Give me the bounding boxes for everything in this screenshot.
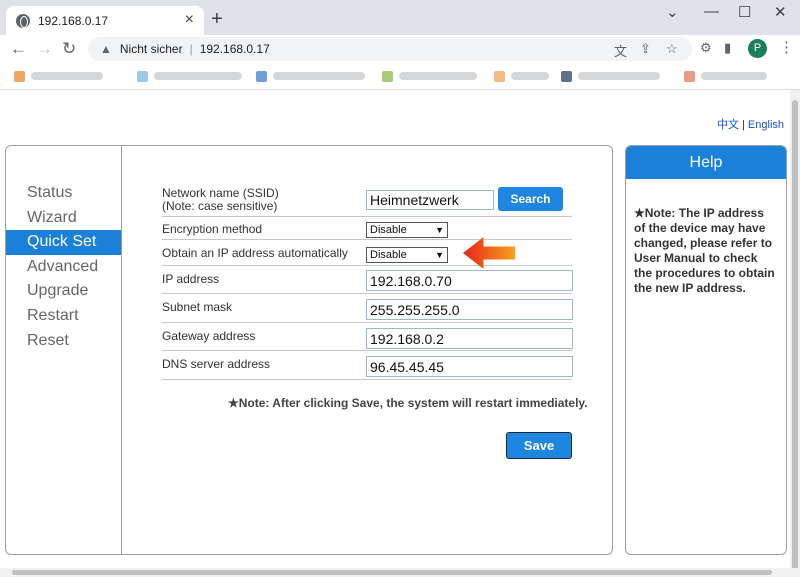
search-button[interactable]: Search xyxy=(498,187,563,211)
share-icon[interactable]: ⇪ xyxy=(640,41,651,57)
scrollbar-thumb[interactable] xyxy=(12,570,772,575)
dhcp-select[interactable]: Disable ▼ xyxy=(366,247,448,263)
encryption-label: Encryption method xyxy=(162,222,263,236)
browser-toolbar: ← → ↻ ▲ Nicht sicher | 192.168.0.17 文 ⇪ … xyxy=(0,35,800,63)
dns-label: DNS server address xyxy=(162,357,271,371)
browser-tab[interactable]: 192.168.0.17 × xyxy=(6,6,204,35)
subnet-row: Subnet mask xyxy=(162,294,573,323)
quick-set-form: Network name (SSID) (Note: case sensitiv… xyxy=(162,184,573,380)
gateway-input[interactable] xyxy=(366,328,573,349)
tab-close-icon[interactable]: × xyxy=(185,12,194,28)
bookmark-item[interactable] xyxy=(137,70,242,82)
menu-item-restart[interactable]: Restart xyxy=(6,304,121,329)
subnet-label: Subnet mask xyxy=(162,300,233,314)
bookmark-item[interactable] xyxy=(561,70,660,82)
menu-item-quick-set[interactable]: Quick Set xyxy=(6,230,121,255)
language-switcher: 中文 | English xyxy=(717,119,784,131)
chevron-down-icon: ▼ xyxy=(435,250,444,260)
side-menu: Status Wizard Quick Set Advanced Upgrade… xyxy=(6,181,121,353)
ip-input[interactable] xyxy=(366,270,573,291)
reload-icon[interactable]: ↻ xyxy=(62,39,76,59)
help-text: ★Note: The IP address of the device may … xyxy=(634,206,775,295)
scrollbar-thumb[interactable] xyxy=(792,100,798,570)
red-arrow-annotation-icon xyxy=(463,237,516,269)
menu-item-status[interactable]: Status xyxy=(6,181,121,206)
lang-english-link[interactable]: English xyxy=(748,119,784,131)
back-arrow-icon[interactable]: ← xyxy=(10,39,27,59)
bookmark-item[interactable] xyxy=(684,70,767,82)
dns-input[interactable] xyxy=(366,356,573,377)
ip-label: IP address xyxy=(162,272,220,286)
dns-row: DNS server address xyxy=(162,351,573,380)
extensions-icon[interactable]: ⚙ xyxy=(700,40,712,56)
save-button[interactable]: Save xyxy=(506,432,572,459)
horizontal-scrollbar[interactable] xyxy=(0,568,800,577)
more-menu-icon[interactable]: ⋮ xyxy=(779,38,794,56)
close-window-icon[interactable]: ✕ xyxy=(774,3,787,21)
ssid-input[interactable] xyxy=(366,190,494,210)
main-panel: Status Wizard Quick Set Advanced Upgrade… xyxy=(5,145,613,555)
gateway-label: Gateway address xyxy=(162,329,256,343)
lang-chinese-link[interactable]: 中文 xyxy=(717,119,739,131)
translate-icon[interactable]: 文 xyxy=(614,41,627,60)
profile-avatar[interactable]: P xyxy=(748,39,767,58)
new-tab-button[interactable]: + xyxy=(211,9,223,29)
maximize-icon[interactable]: ☐ xyxy=(738,3,751,21)
bookmark-item[interactable] xyxy=(382,70,477,82)
subnet-input[interactable] xyxy=(366,299,573,320)
side-panel-icon[interactable]: ▮ xyxy=(724,40,731,56)
tab-title: 192.168.0.17 xyxy=(38,13,109,28)
help-title: Help xyxy=(626,146,786,179)
tab-search-chevron-icon[interactable]: ⌄ xyxy=(666,3,679,21)
menu-item-reset[interactable]: Reset xyxy=(6,329,121,354)
bookmark-item[interactable] xyxy=(256,70,365,82)
bookmark-item[interactable] xyxy=(494,70,549,82)
menu-item-upgrade[interactable]: Upgrade xyxy=(6,279,121,304)
dhcp-label: Obtain an IP address automatically xyxy=(162,246,348,260)
globe-icon xyxy=(16,13,30,28)
forward-arrow-icon[interactable]: → xyxy=(36,39,53,59)
router-page: 中文 | English Status Wizard Quick Set Advan… xyxy=(0,90,790,568)
chevron-down-icon: ▼ xyxy=(435,225,444,235)
gateway-row: Gateway address xyxy=(162,323,573,351)
menu-item-wizard[interactable]: Wizard xyxy=(6,206,121,231)
ssid-note: (Note: case sensitive) xyxy=(162,199,278,213)
warning-triangle-icon: ▲ xyxy=(100,42,112,56)
bookmarks-bar xyxy=(0,63,800,90)
encryption-select[interactable]: Disable ▼ xyxy=(366,222,448,238)
bookmark-item[interactable] xyxy=(14,70,103,82)
vertical-scrollbar[interactable] xyxy=(790,90,800,570)
help-panel: Help ★Note: The IP address of the device… xyxy=(625,145,787,555)
restart-note: ★Note: After clicking Save, the system w… xyxy=(228,396,588,410)
bookmark-star-icon[interactable]: ☆ xyxy=(666,41,678,57)
ip-row: IP address xyxy=(162,266,573,294)
ssid-row: Network name (SSID) (Note: case sensitiv… xyxy=(162,184,572,217)
menu-item-advanced[interactable]: Advanced xyxy=(6,255,121,280)
address-bar[interactable]: ▲ Nicht sicher | 192.168.0.17 文 ⇪ ☆ xyxy=(88,37,692,61)
url-text: 192.168.0.17 xyxy=(199,42,270,56)
panel-divider xyxy=(121,146,122,554)
minimize-icon[interactable]: — xyxy=(704,3,719,20)
security-warning-text: Nicht sicher xyxy=(119,42,183,56)
